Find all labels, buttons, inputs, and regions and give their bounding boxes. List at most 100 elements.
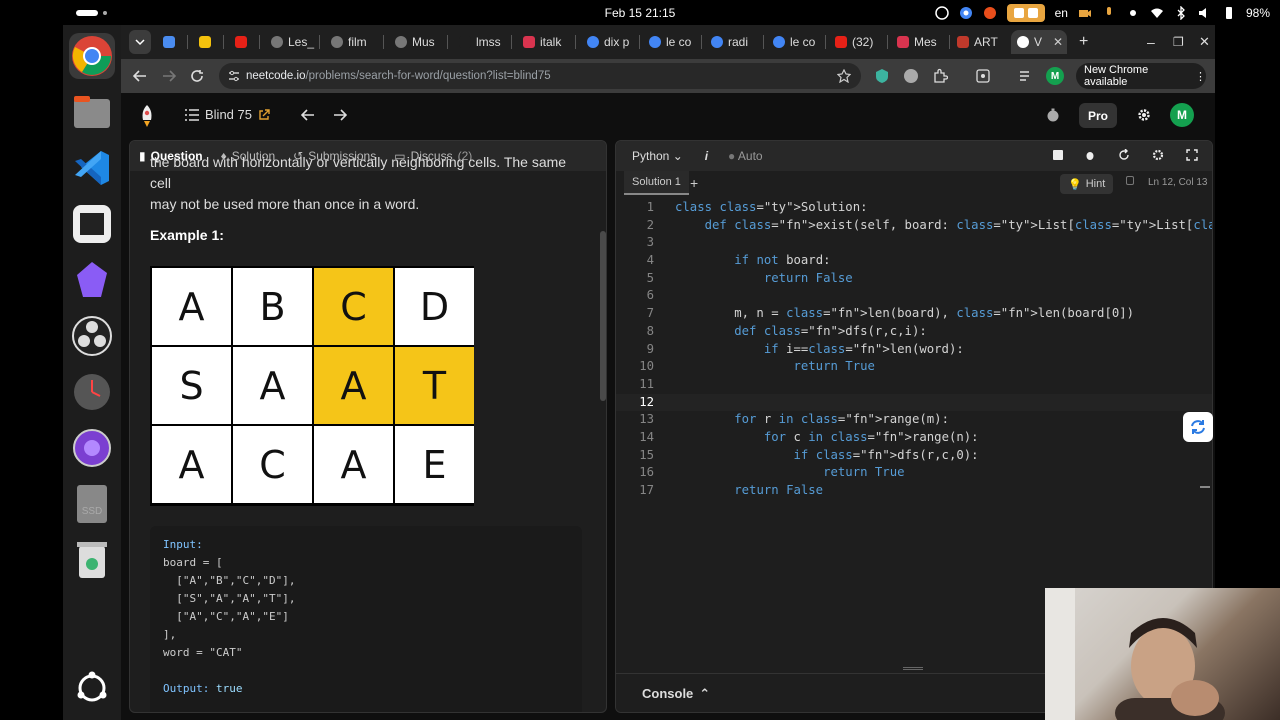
code-area[interactable]: 1 class class="ty">Solution: 2 def class="… [616, 199, 1212, 500]
vscode-dock-icon[interactable] [69, 145, 115, 191]
terminal-dock-icon[interactable] [69, 201, 115, 247]
problem-list-link[interactable]: Blind 75 [185, 107, 270, 122]
obsidian-dock-icon[interactable] [69, 257, 115, 303]
debug-bug-icon[interactable] [1084, 149, 1096, 161]
notes-icon[interactable] [1052, 149, 1064, 161]
code-line[interactable]: 10 return True [616, 358, 1212, 376]
prev-problem-icon[interactable] [301, 109, 315, 121]
screen-share-icon[interactable] [934, 6, 949, 20]
code-line[interactable]: 5 return False [616, 270, 1212, 288]
user-avatar[interactable]: M [1170, 103, 1194, 127]
alert-tray-icon[interactable] [983, 6, 997, 20]
extensions-puzzle-icon[interactable] [932, 68, 948, 84]
keyboard-language[interactable]: en [1055, 6, 1068, 20]
files-dock-icon[interactable] [69, 89, 115, 135]
tab-15[interactable]: ART [951, 30, 1007, 54]
chrome-tray-icon[interactable] [959, 6, 973, 20]
tab-1[interactable] [157, 30, 185, 54]
tab-active-neetcode[interactable]: V ✕ [1011, 30, 1067, 54]
new-chrome-available-button[interactable]: New Chrome available ⋮ [1076, 63, 1206, 89]
code-line[interactable]: 9 if i==class="fn">len(word): [616, 341, 1212, 359]
code-line[interactable]: 7 m, n = class="fn">len(board), class="f… [616, 305, 1212, 323]
media-queue-icon[interactable] [1018, 68, 1034, 84]
pro-button[interactable]: Pro [1079, 103, 1117, 128]
minimap-viewport[interactable] [1200, 486, 1210, 488]
clock-dock-icon[interactable] [69, 369, 115, 415]
forward-icon[interactable] [162, 69, 176, 83]
settings-gear-icon[interactable] [1137, 108, 1151, 122]
chrome-dock-icon[interactable] [69, 33, 115, 79]
line-number: 2 [646, 217, 654, 232]
extension-shield-icon[interactable] [874, 68, 890, 84]
recording-indicator[interactable] [1006, 4, 1045, 22]
next-problem-icon[interactable] [333, 109, 347, 121]
neetcode-logo-icon[interactable] [139, 104, 155, 128]
code-line[interactable]: 6 [616, 287, 1212, 305]
site-info-icon[interactable] [228, 70, 240, 82]
brightness-icon[interactable] [1126, 6, 1140, 20]
code-line[interactable]: 1 class class="ty">Solution: [616, 199, 1212, 217]
fullscreen-icon[interactable] [1186, 149, 1198, 161]
description-scrollbar[interactable] [600, 231, 606, 401]
volume-icon[interactable] [1198, 6, 1212, 20]
code-line[interactable]: 14 for c in class="fn">range(n): [616, 429, 1212, 447]
close-window-button[interactable]: ✕ [1193, 30, 1213, 54]
tab-9[interactable]: dix p [581, 30, 637, 54]
minimize-button[interactable]: – [1141, 30, 1161, 54]
tab-7[interactable]: lmss [453, 30, 509, 54]
code-line[interactable]: 15 if class="fn">dfs(r,c,0): [616, 447, 1212, 465]
code-line[interactable]: 11 [616, 376, 1212, 394]
resize-handle[interactable] [903, 667, 923, 670]
obs-dock-icon[interactable] [69, 313, 115, 359]
example-board-grid: ABCDSAATACAE [150, 266, 474, 506]
code-line[interactable]: 12 [616, 393, 1212, 412]
reload-icon[interactable] [190, 69, 204, 83]
code-line[interactable]: 17 return False [616, 482, 1212, 500]
tab-3[interactable] [229, 30, 257, 54]
extension-cat-icon[interactable] [903, 68, 919, 84]
trash-dock-icon[interactable] [69, 537, 115, 583]
tab-2[interactable] [193, 30, 221, 54]
address-bar[interactable]: neetcode.io/problems/search-for-word/que… [219, 63, 861, 89]
tab-11[interactable]: radi [705, 30, 761, 54]
screen-capture-icon[interactable] [975, 68, 991, 84]
info-icon[interactable]: i [705, 149, 708, 163]
tab-6[interactable]: Mus [389, 30, 445, 54]
sync-button[interactable] [1183, 412, 1213, 442]
code-line[interactable]: 8 def class="fn">dfs(r,c,i): [616, 323, 1212, 341]
disk-dock-icon[interactable]: SSD [69, 481, 115, 527]
code-line[interactable]: 13 for r in class="fn">range(m): [616, 411, 1212, 429]
tab-14[interactable]: Mes [891, 30, 947, 54]
wifi-icon[interactable] [1150, 6, 1164, 20]
auto-format-toggle[interactable]: ● Auto [728, 149, 763, 163]
reset-code-icon[interactable] [1118, 149, 1130, 161]
tab-12[interactable]: le co [767, 30, 823, 54]
new-tab-button[interactable]: + [1073, 30, 1097, 54]
timer-icon[interactable] [1046, 108, 1060, 122]
language-select[interactable]: Python ⌄ i [632, 149, 708, 163]
show-apps-icon[interactable] [69, 665, 115, 711]
chevron-down-icon: ⌄ [672, 149, 683, 163]
tab-search-button[interactable] [129, 30, 151, 54]
battery-icon [1225, 7, 1232, 19]
maximize-button[interactable]: ❐ [1167, 30, 1187, 54]
tab-8[interactable]: italk [517, 30, 573, 54]
editor-settings-icon[interactable] [1152, 149, 1164, 161]
profile-avatar[interactable]: M [1046, 67, 1064, 85]
tab-4[interactable]: Les_ [265, 30, 317, 54]
tab-5[interactable]: film [325, 30, 381, 54]
code-line[interactable]: 4 if not board: [616, 252, 1212, 270]
close-tab-icon[interactable]: ✕ [1053, 35, 1063, 49]
code-line[interactable]: 2 def class="fn">exist(self, board: clas… [616, 217, 1212, 235]
bookmark-star-icon[interactable] [837, 69, 851, 83]
tab-13[interactable]: (32) [829, 30, 885, 54]
add-solution-icon[interactable]: + [690, 175, 698, 191]
code-line[interactable]: 3 [616, 234, 1212, 252]
hint-button[interactable]: 💡 Hint [1060, 174, 1114, 194]
tab-10[interactable]: le co [643, 30, 699, 54]
back-icon[interactable] [133, 69, 147, 83]
code-line[interactable]: 16 return True [616, 464, 1212, 482]
bluetooth-icon[interactable] [1174, 6, 1188, 20]
tab-solution-1[interactable]: Solution 1 [624, 171, 689, 195]
recorder-dock-icon[interactable] [69, 425, 115, 471]
